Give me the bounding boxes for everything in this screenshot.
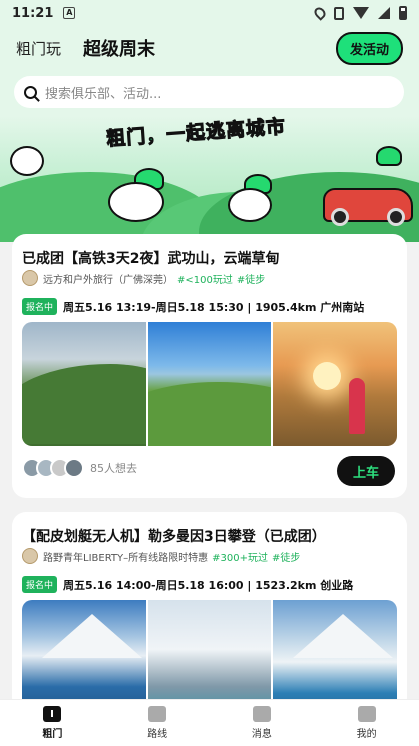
organizer-name: 路野青年LIBERTY–所有线路限时特惠 [43, 552, 209, 564]
location-icon [312, 5, 328, 21]
activity-photo[interactable] [147, 322, 272, 446]
organizer-avatar [22, 548, 38, 564]
promo-banner[interactable]: 粗门，一起逃离城市 [0, 116, 419, 242]
mountain-ridge [147, 382, 272, 446]
activity-card[interactable]: 【配皮划艇无人机】勒多曼因3日攀登（已成团） 路野青年LIBERTY–所有线路限… [12, 512, 407, 724]
notification-a-icon: A [63, 7, 76, 19]
activity-title: 已成团【高铁3天2夜】武功山，云端草甸 [22, 251, 280, 267]
nav-label: 消息 [251, 729, 272, 740]
bottom-nav: 粗门 路线 消息 我的 [0, 699, 419, 746]
status-time: 11:21 [12, 5, 54, 21]
schedule-row: 报名中 周五5.16 14:00-周日5.18 16:00 | 1523.2km… [22, 576, 353, 593]
tab-super-weekend-label: 超级周末 [83, 39, 156, 60]
status-badge: 报名中 [22, 576, 58, 593]
hiker-figure [349, 378, 366, 434]
search-icon [24, 85, 37, 99]
car-illustration [323, 188, 413, 226]
car-wheel [331, 208, 349, 226]
tab-cumen-play[interactable]: 粗门玩 [16, 38, 61, 59]
snow-peak [293, 614, 394, 658]
activity-tag[interactable]: #徒步 [237, 271, 265, 286]
tab-super-weekend[interactable]: 超级周末 [83, 35, 156, 61]
home-icon [43, 706, 62, 722]
nav-label: 路线 [147, 729, 168, 740]
want-count: 85人想去 [90, 462, 137, 475]
snow-peak [42, 614, 142, 658]
avatar [64, 458, 84, 478]
wifi-icon [353, 7, 369, 19]
profile-icon [357, 706, 376, 722]
organizer-row: 远方和户外旅行（广佛深莞） #<100玩过 #徒步 [22, 270, 265, 286]
route-icon [148, 706, 167, 722]
nav-message[interactable]: 消息 [210, 700, 315, 746]
nav-route[interactable]: 路线 [105, 700, 210, 746]
activity-card[interactable]: 已成团【高铁3天2夜】武功山，云端草甸 远方和户外旅行（广佛深莞） #<100玩… [12, 234, 407, 498]
nav-profile[interactable]: 我的 [314, 700, 419, 746]
participants-row: 85人想去 [22, 458, 137, 478]
activity-title: 【配皮划艇无人机】勒多曼因3日攀登（已成团） [22, 529, 326, 545]
vibrate-icon [334, 6, 344, 20]
photo-gallery[interactable] [22, 322, 397, 446]
nav-label: 我的 [356, 729, 377, 740]
join-button[interactable]: 上车 [337, 456, 395, 486]
organizer-name: 远方和户外旅行（广佛深莞） [43, 274, 173, 286]
search-area: 搜索俱乐部、活动... [0, 70, 419, 116]
search-placeholder: 搜索俱乐部、活动... [45, 86, 162, 102]
mountain-ridge [22, 364, 146, 444]
nav-home[interactable]: 粗门 [0, 700, 105, 746]
post-activity-button[interactable]: 发活动 [335, 31, 403, 65]
organizer-row: 路野青年LIBERTY–所有线路限时特惠 #300+玩过 #徒步 [22, 548, 300, 564]
schedule-text: 周五5.16 14:00-周日5.18 16:00 | 1523.2km 创业路 [63, 578, 354, 592]
mascot-cap [376, 146, 402, 166]
schedule-text: 周五5.16 13:19-周日5.18 15:30 | 1905.4km 广州南… [63, 300, 365, 314]
sunset-sun [313, 362, 342, 390]
mascot-illustration [10, 146, 44, 176]
mascot-illustration [108, 182, 164, 222]
mascot-illustration [228, 188, 272, 222]
activity-tag[interactable]: #<100玩过 [177, 271, 233, 286]
status-bar: 11:21 A [0, 0, 419, 26]
message-icon [252, 706, 271, 722]
nav-label: 粗门 [42, 729, 63, 740]
activity-tag[interactable]: #300+玩过 [212, 549, 268, 564]
activity-photo[interactable] [22, 322, 146, 446]
status-badge: 报名中 [22, 298, 58, 315]
top-header: 粗门玩 超级周末 发活动 [0, 26, 419, 70]
organizer-avatar [22, 270, 38, 286]
banner-slogan: 粗门，一起逃离城市 [105, 116, 287, 151]
signal-icon [378, 7, 390, 19]
activity-tag[interactable]: #徒步 [272, 549, 300, 564]
search-input[interactable]: 搜索俱乐部、活动... [14, 76, 404, 108]
battery-icon [399, 6, 407, 20]
schedule-row: 报名中 周五5.16 13:19-周日5.18 15:30 | 1905.4km… [22, 298, 364, 315]
activity-photo[interactable] [273, 322, 397, 446]
car-wheel [387, 208, 405, 226]
